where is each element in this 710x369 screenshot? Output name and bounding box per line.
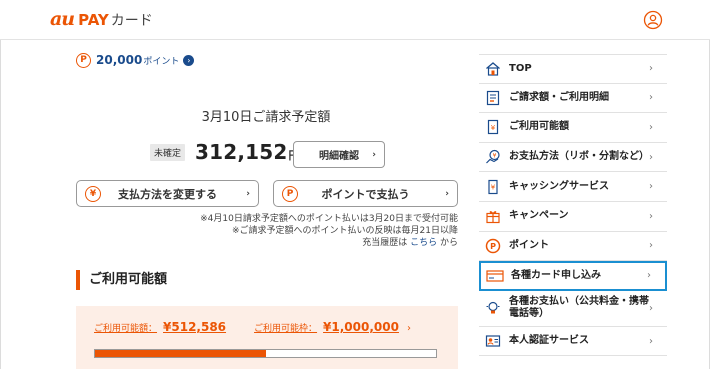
available-amount-heading: ご利用可能額 xyxy=(76,270,167,290)
auth-icon xyxy=(484,332,502,350)
yen-icon: ¥ xyxy=(85,185,101,202)
menu-item-top[interactable]: TOP › xyxy=(479,54,667,84)
logo-au: au xyxy=(50,8,75,30)
note-line: ※4月10日請求予定額へのポイント払いは3月20日まで受付可能 xyxy=(200,214,458,224)
credit-limit-label: ご利用可能枠： xyxy=(254,324,318,334)
points-unit: ポイント xyxy=(143,56,180,67)
chevron-right-icon: › xyxy=(649,63,653,75)
statement-icon xyxy=(484,89,502,107)
menu-label: お支払方法（リボ・分割など） xyxy=(509,151,649,163)
chevron-right-icon: › xyxy=(649,302,653,314)
usage-bar-fill xyxy=(95,350,266,357)
available-amount-label: ご利用可能額： xyxy=(94,324,158,334)
bulb-icon xyxy=(484,299,502,317)
note-text: 充当履歴は xyxy=(362,238,408,248)
chevron-right-icon: › xyxy=(246,188,250,199)
chevron-right-icon: › xyxy=(372,149,376,160)
chevron-right-icon: › xyxy=(647,270,651,282)
note-text: から xyxy=(439,238,458,248)
usage-bar xyxy=(94,349,437,358)
menu-label: 各種お支払い（公共料金・携帯電話等） xyxy=(509,296,649,320)
available-amount-row[interactable]: ご利用可能額： ¥512,586 ご利用可能枠： ¥1,000,000 › xyxy=(94,320,411,334)
menu-label: ご利用可能額 xyxy=(509,121,569,133)
menu-item-bill-payment[interactable]: 各種お支払い（公共料金・携帯電話等） › xyxy=(479,291,667,327)
side-menu: TOP › ご請求額・ご利用明細 › ¥ ご利用可能額 › ¥ お支払方法（リボ… xyxy=(479,54,667,357)
cashing-icon: ¥ xyxy=(484,178,502,196)
change-payment-method-label: 支払方法を変更する xyxy=(118,187,217,201)
svg-text:¥: ¥ xyxy=(493,153,497,160)
available-amount-panel: ご利用可能額： ¥512,586 ご利用可能枠： ¥1,000,000 › xyxy=(76,306,458,369)
billing-title: 3月10日ご請求予定額 xyxy=(201,110,331,125)
points-summary[interactable]: P 20,000 ポイント › xyxy=(76,52,195,68)
chevron-right-icon: › xyxy=(183,54,195,66)
menu-label: キャンペーン xyxy=(509,210,569,222)
point-icon: P xyxy=(76,52,91,68)
chevron-right-icon: › xyxy=(649,151,653,163)
note-line: 充当履歴は こちら から xyxy=(200,237,458,249)
view-details-button[interactable]: 明細確認 › xyxy=(293,141,385,168)
svg-text:¥: ¥ xyxy=(491,124,496,132)
point-icon: P xyxy=(484,237,502,255)
chevron-right-icon: › xyxy=(445,188,449,199)
chevron-right-icon: › xyxy=(649,181,653,193)
available-amount-icon: ¥ xyxy=(484,118,502,136)
chevron-right-icon: › xyxy=(649,210,653,222)
payment-method-icon: ¥ xyxy=(484,148,502,166)
card-application-icon xyxy=(486,267,504,285)
menu-label: ポイント xyxy=(509,239,549,251)
points-value: 20,000 xyxy=(96,53,143,67)
menu-label: 本人認証サービス xyxy=(509,335,589,347)
menu-item-points[interactable]: P ポイント › xyxy=(479,232,667,262)
menu-label: ご請求額・ご利用明細 xyxy=(509,91,609,103)
notes: ※4月10日請求予定額へのポイント払いは3月20日まで受付可能 ※ご請求予定額へ… xyxy=(200,213,458,249)
menu-item-authentication[interactable]: 本人認証サービス › xyxy=(479,327,667,357)
available-amount-value: ¥512,586 xyxy=(163,320,227,334)
chevron-right-icon: › xyxy=(649,240,653,252)
menu-item-payment-method[interactable]: ¥ お支払方法（リボ・分割など） › xyxy=(479,143,667,173)
au-pay-card-logo[interactable]: au PAY カード xyxy=(50,8,153,30)
menu-label: 各種カード申し込み xyxy=(511,269,601,281)
app-header: au PAY カード xyxy=(0,0,710,40)
logo-card: カード xyxy=(110,13,153,29)
chevron-right-icon: › xyxy=(649,92,653,104)
svg-text:¥: ¥ xyxy=(491,183,496,191)
menu-item-available-amount[interactable]: ¥ ご利用可能額 › xyxy=(479,113,667,143)
chevron-right-icon: › xyxy=(406,323,411,334)
view-details-label: 明細確認 xyxy=(319,151,359,162)
pay-with-points-label: ポイントで支払う xyxy=(321,187,410,201)
billing-amount: 未確定 312,152 円 xyxy=(150,140,300,164)
pay-with-points-button[interactable]: P ポイントで支払う › xyxy=(273,180,458,207)
svg-text:P: P xyxy=(490,242,496,251)
point-icon: P xyxy=(282,185,298,202)
chevron-right-icon: › xyxy=(649,335,653,347)
home-icon xyxy=(484,60,502,78)
gift-icon xyxy=(484,207,502,225)
menu-label: TOP xyxy=(509,62,532,74)
menu-item-statement[interactable]: ご請求額・ご利用明細 › xyxy=(479,84,667,114)
note-line: ※ご請求予定額へのポイント払いの反映は毎月21日以降 xyxy=(232,226,458,236)
account-icon[interactable] xyxy=(643,10,663,30)
menu-item-campaign[interactable]: キャンペーン › xyxy=(479,202,667,232)
change-payment-method-button[interactable]: ¥ 支払方法を変更する › xyxy=(76,180,259,207)
menu-label: キャッシングサービス xyxy=(509,180,609,192)
billing-amount-value: 312,152 xyxy=(195,140,288,164)
credit-limit-value: ¥1,000,000 xyxy=(323,320,399,334)
status-badge: 未確定 xyxy=(150,143,186,161)
logo-pay: PAY xyxy=(78,11,109,29)
chevron-right-icon: › xyxy=(649,121,653,133)
menu-item-cashing[interactable]: ¥ キャッシングサービス › xyxy=(479,172,667,202)
history-link[interactable]: こちら xyxy=(410,238,437,248)
menu-item-card-application[interactable]: 各種カード申し込み › xyxy=(479,261,667,291)
